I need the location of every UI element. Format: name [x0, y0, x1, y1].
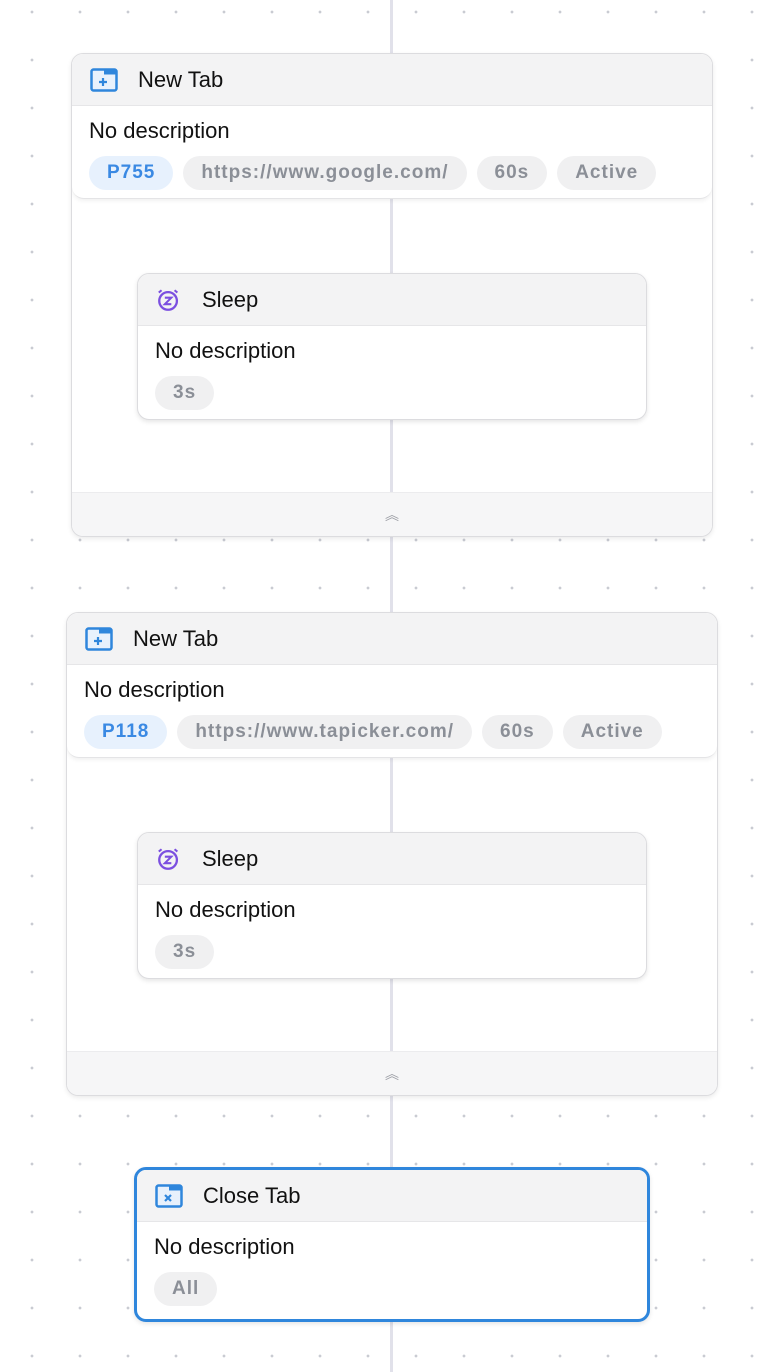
- duration-tag: 3s: [155, 935, 215, 969]
- node-header[interactable]: Close Tab: [137, 1170, 647, 1222]
- sleep-node-2[interactable]: Sleep No description 3s: [137, 832, 647, 979]
- timeout-tag: 60s: [482, 715, 553, 749]
- node-header[interactable]: New Tab: [72, 54, 712, 106]
- url-tag: https://www.google.com/: [183, 156, 467, 190]
- profile-tag: P755: [89, 156, 174, 190]
- url-tag: https://www.tapicker.com/: [177, 715, 473, 749]
- new-tab-icon: [90, 67, 118, 92]
- chevrons-up-icon: ︽: [385, 1065, 399, 1082]
- node-header[interactable]: Sleep: [138, 274, 646, 326]
- new-tab-icon: [85, 626, 113, 651]
- node-description: No description: [89, 118, 230, 143]
- node-description: No description: [155, 338, 296, 363]
- node-title: Sleep: [202, 286, 259, 312]
- sleep-alarm-icon: [158, 847, 179, 870]
- collapse-button[interactable]: ︽: [67, 1051, 717, 1095]
- status-tag: Active: [562, 715, 662, 749]
- chevrons-up-icon: ︽: [385, 506, 399, 523]
- scope-tag: All: [154, 1272, 218, 1306]
- node-title: Close Tab: [203, 1182, 301, 1208]
- close-tab-node[interactable]: Close Tab No description All: [134, 1167, 650, 1322]
- status-tag: Active: [557, 156, 657, 190]
- node-title: Sleep: [202, 845, 259, 871]
- node-title: New Tab: [133, 625, 219, 651]
- collapse-button[interactable]: ︽: [72, 492, 712, 536]
- duration-tag: 3s: [155, 376, 215, 410]
- node-title: New Tab: [138, 66, 224, 92]
- node-header[interactable]: Sleep: [138, 833, 646, 885]
- node-description: No description: [155, 897, 296, 922]
- close-tab-icon: [155, 1183, 183, 1208]
- node-description: No description: [84, 677, 225, 702]
- node-header[interactable]: New Tab: [67, 613, 717, 665]
- timeout-tag: 60s: [476, 156, 548, 190]
- profile-tag: P118: [84, 715, 168, 749]
- node-description: No description: [154, 1234, 295, 1259]
- sleep-alarm-icon: [158, 288, 179, 311]
- sleep-node-1[interactable]: Sleep No description 3s: [137, 273, 647, 420]
